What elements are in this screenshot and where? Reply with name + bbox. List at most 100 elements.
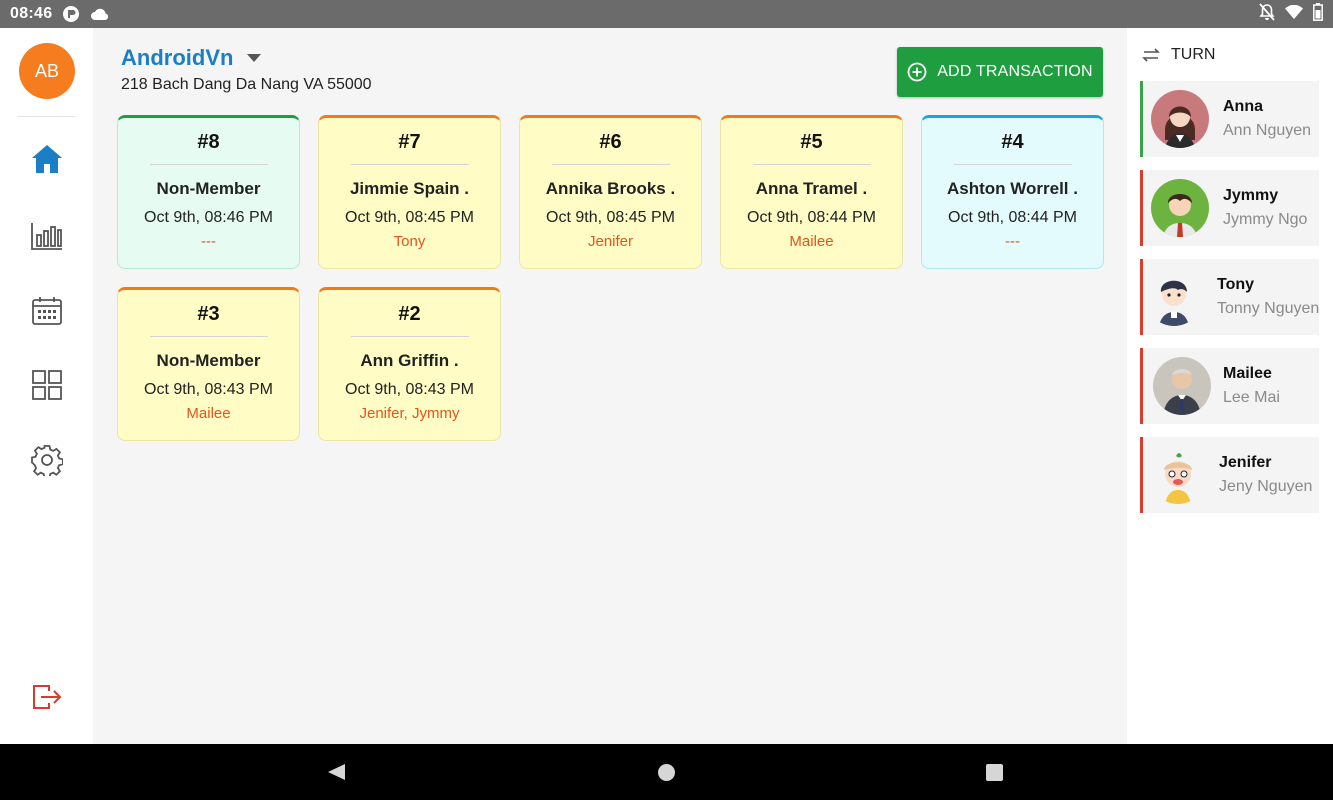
ticket-divider [551,164,670,165]
recents-button[interactable] [986,764,1003,781]
ticket-divider [350,164,469,165]
nav-apps-button[interactable] [26,366,68,408]
turn-staff-item[interactable]: Jenifer Jeny Nguyen [1140,437,1319,513]
reports-icon [30,221,64,256]
turn-staff-item[interactable]: Jymmy Jymmy Ngo [1140,170,1319,246]
battery-icon [1313,2,1323,26]
staff-name: Tony [1217,276,1255,293]
user-avatar[interactable]: AB [19,43,75,99]
add-transaction-label: ADD TRANSACTION [937,63,1093,80]
logout-icon [31,683,63,716]
apps-grid-icon [31,369,63,406]
settings-icon [31,444,64,481]
ticket-time: Oct 9th, 08:45 PM [546,209,675,226]
ticket-number: #6 [599,131,622,153]
notifications-off-icon [1259,2,1275,26]
man-avatar [1151,179,1209,237]
wifi-icon [1285,4,1303,24]
ticket-number: #3 [197,303,220,325]
woman-avatar [1151,90,1209,148]
staff-full-name: Tonny Nguyen [1217,300,1320,317]
main-content: AndroidVn 218 Bach Dang Da Nang VA 55000… [93,28,1127,744]
ticket-customer: Non-Member [156,179,261,198]
ticket-staff: Tony [393,233,426,250]
ticket-divider [350,336,469,337]
ticket-number: #8 [197,131,220,153]
staff-full-name: Jymmy Ngo [1223,211,1308,228]
rail-divider [18,116,75,117]
turn-staff-item[interactable]: Anna Ann Nguyen [1140,81,1319,157]
cloud-icon [90,7,110,21]
ticket-number: #7 [398,131,421,153]
photo-man-avatar [1153,357,1211,415]
ticket-staff: --- [1005,233,1020,250]
ticket-time: Oct 9th, 08:44 PM [747,209,876,226]
staff-full-name: Lee Mai [1223,389,1280,406]
nav-home-button[interactable] [26,140,68,182]
staff-full-name: Jeny Nguyen [1219,478,1313,495]
ticket-customer: Jimmie Spain . [349,179,470,198]
ticket-staff: Mailee [186,405,231,422]
turn-staff-item[interactable]: Tony Tonny Nguyen [1140,259,1319,335]
dropdown-caret-icon [247,54,262,62]
ticket-divider [953,164,1072,165]
nav-reports-button[interactable] [26,217,68,259]
back-button[interactable] [328,764,345,780]
turn-title: TURN [1171,46,1216,63]
ticket-card[interactable]: #8 Non-Member Oct 9th, 08:46 PM --- [117,115,300,269]
store-selector[interactable]: AndroidVn [121,45,262,71]
ticket-time: Oct 9th, 08:43 PM [345,381,474,398]
nav-calendar-button[interactable] [26,292,68,334]
swap-icon [1141,47,1161,63]
turn-header[interactable]: TURN [1141,46,1215,64]
cartoon-girl-avatar [1149,446,1207,504]
ticket-time: Oct 9th, 08:46 PM [144,209,273,226]
add-circle-icon [907,62,927,82]
add-transaction-button[interactable]: ADD TRANSACTION [897,47,1103,97]
app-notification-icon [62,5,80,23]
ticket-time: Oct 9th, 08:43 PM [144,381,273,398]
ticket-time: Oct 9th, 08:44 PM [948,209,1077,226]
ticket-divider [149,164,268,165]
turn-panel: TURN Anna Ann Nguyen Jymmy Jymmy Ngo Ton… [1127,28,1333,744]
ticket-staff: --- [201,233,216,250]
store-name: AndroidVn [121,45,234,70]
ticket-staff: Jenifer [587,233,634,250]
ticket-card[interactable]: #7 Jimmie Spain . Oct 9th, 08:45 PM Tony [318,115,501,269]
ticket-number: #5 [800,131,823,153]
staff-name: Anna [1223,98,1263,115]
nav-settings-button[interactable] [26,441,68,483]
staff-name: Mailee [1223,365,1272,382]
status-bar: 08:46 [0,0,1333,28]
staff-name: Jymmy [1223,187,1279,204]
ticket-time: Oct 9th, 08:45 PM [345,209,474,226]
ticket-divider [752,164,871,165]
store-address: 218 Bach Dang Da Nang VA 55000 [121,76,372,93]
ticket-customer: Anna Tramel . [755,179,868,198]
logout-button[interactable] [26,678,68,720]
system-navigation-bar [0,744,1333,800]
ticket-customer: Non-Member [156,351,261,370]
ticket-customer: Ashton Worrell . [947,179,1078,198]
ticket-number: #2 [398,303,421,325]
staff-full-name: Ann Nguyen [1223,122,1312,139]
ticket-customer: Ann Griffin . [360,351,459,370]
cartoon-boy-avatar [1145,268,1203,326]
ticket-card[interactable]: #5 Anna Tramel . Oct 9th, 08:44 PM Maile… [720,115,903,269]
ticket-card[interactable]: #3 Non-Member Oct 9th, 08:43 PM Mailee [117,287,300,441]
ticket-customer: Annika Brooks . [545,179,676,198]
ticket-divider [149,336,268,337]
ticket-staff: Jenifer, Jymmy [359,405,460,422]
home-button[interactable] [658,764,675,781]
ticket-card[interactable]: #2 Ann Griffin . Oct 9th, 08:43 PM Jenif… [318,287,501,441]
ticket-card[interactable]: #6 Annika Brooks . Oct 9th, 08:45 PM Jen… [519,115,702,269]
status-time: 08:46 [10,5,53,22]
staff-name: Jenifer [1219,454,1272,471]
ticket-staff: Mailee [789,233,834,250]
calendar-icon [31,296,63,331]
ticket-number: #4 [1001,131,1024,153]
home-icon [30,143,64,180]
navigation-rail: AB [0,28,93,744]
turn-staff-item[interactable]: Mailee Lee Mai [1140,348,1319,424]
ticket-card[interactable]: #4 Ashton Worrell . Oct 9th, 08:44 PM --… [921,115,1104,269]
